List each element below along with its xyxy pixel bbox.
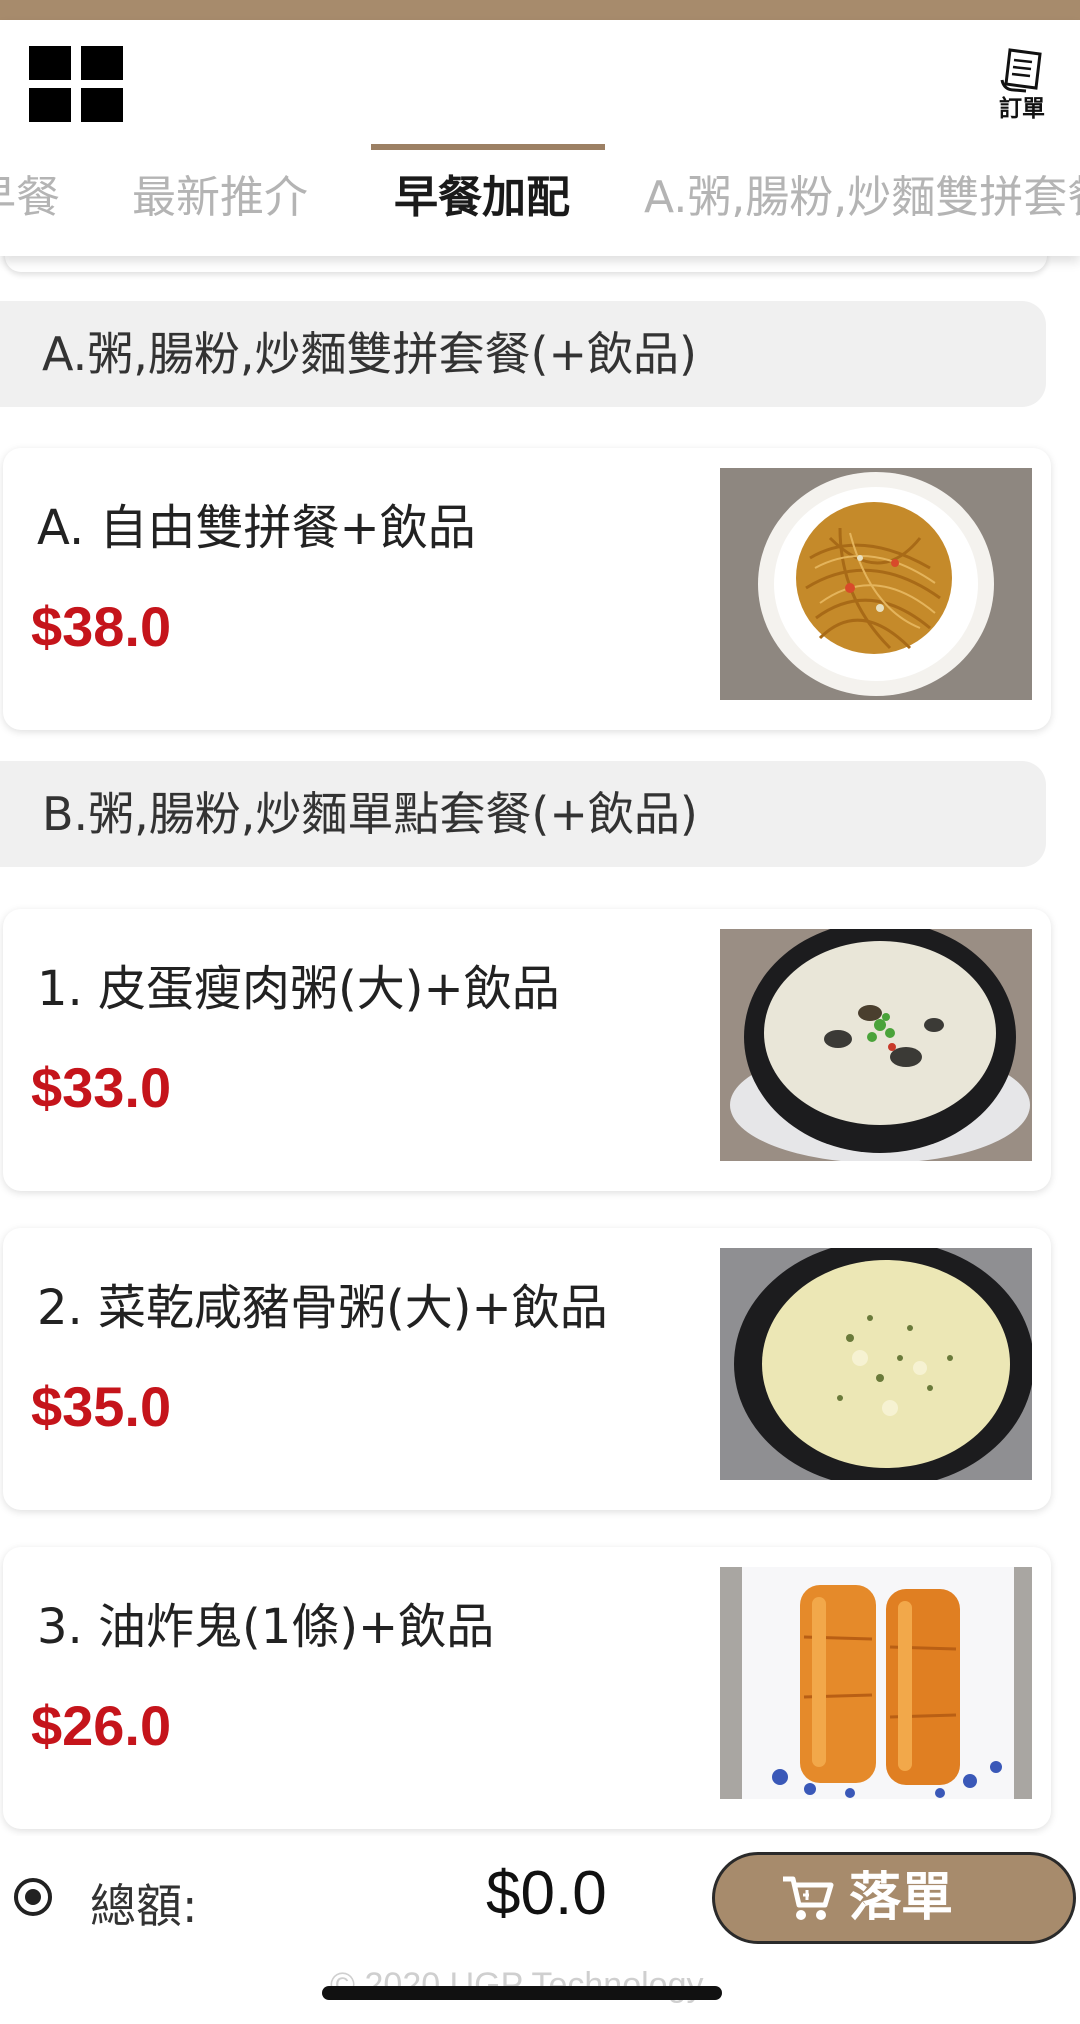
item-price: $38.0 — [31, 595, 172, 658]
food-image-congee-veg — [720, 1248, 1032, 1480]
order-label: 訂單 — [999, 96, 1045, 122]
item-name: 1. 皮蛋瘦肉粥(大)+飲品 — [37, 961, 560, 1017]
top-accent-bar — [0, 0, 1080, 20]
radio-icon[interactable] — [12, 1876, 54, 1918]
food-image-fried-dough-stick — [720, 1567, 1032, 1799]
menu-item-card[interactable]: 1. 皮蛋瘦肉粥(大)+飲品 $33.0 — [3, 909, 1051, 1191]
grid-icon[interactable] — [29, 46, 123, 122]
home-indicator — [322, 1986, 722, 2000]
food-image-congee-century-egg — [720, 929, 1032, 1161]
cart-icon — [783, 1876, 834, 1920]
total-value: $0.0 — [486, 1859, 607, 1928]
tab-breakfast-addon[interactable]: 早餐加配 — [394, 168, 570, 228]
item-name: 3. 油炸鬼(1條)+飲品 — [37, 1599, 495, 1655]
order-button[interactable]: 訂單 — [990, 44, 1054, 128]
section-header-a: A.粥,腸粉,炒麵雙拼套餐(+飲品) — [0, 301, 1046, 407]
place-order-button[interactable]: 落單 — [712, 1852, 1076, 1944]
item-price: $35.0 — [31, 1375, 172, 1438]
app-header: 訂單 早餐 最新推介 早餐加配 A.粥,腸粉,炒麵雙拼套餐 — [0, 20, 1080, 256]
receipt-icon — [1000, 48, 1042, 93]
section-header-b: B.粥,腸粉,炒麵單點套餐(+飲品) — [0, 761, 1046, 867]
menu-item-card[interactable]: 2. 菜乾咸豬骨粥(大)+飲品 $35.0 — [3, 1228, 1051, 1510]
item-price: $33.0 — [31, 1056, 172, 1119]
tab-combo-a[interactable]: A.粥,腸粉,炒麵雙拼套餐 — [644, 168, 1080, 228]
menu-item-card[interactable]: A. 自由雙拼餐+飲品 $38.0 — [3, 448, 1051, 730]
food-image-fried-noodles — [720, 468, 1032, 700]
order-footer: 總額: $0.0 落單 © 2020 UGP Technology — [0, 1836, 1080, 2024]
place-order-label: 落單 — [849, 1868, 954, 1928]
item-name: A. 自由雙拼餐+飲品 — [37, 500, 476, 556]
tab-breakfast[interactable]: 早餐 — [0, 168, 60, 228]
item-name: 2. 菜乾咸豬骨粥(大)+飲品 — [37, 1280, 608, 1336]
category-tabs: 早餐 最新推介 早餐加配 A.粥,腸粉,炒麵雙拼套餐 — [0, 140, 1080, 256]
total-label: 總額: — [90, 1879, 198, 1933]
tab-recommended[interactable]: 最新推介 — [132, 168, 308, 228]
menu-item-card[interactable]: 3. 油炸鬼(1條)+飲品 $26.0 — [3, 1547, 1051, 1829]
active-tab-indicator — [371, 144, 605, 150]
item-price: $26.0 — [31, 1694, 172, 1757]
section-title: A.粥,腸粉,炒麵雙拼套餐(+飲品) — [42, 327, 697, 381]
section-title: B.粥,腸粉,炒麵單點套餐(+飲品) — [42, 787, 698, 841]
